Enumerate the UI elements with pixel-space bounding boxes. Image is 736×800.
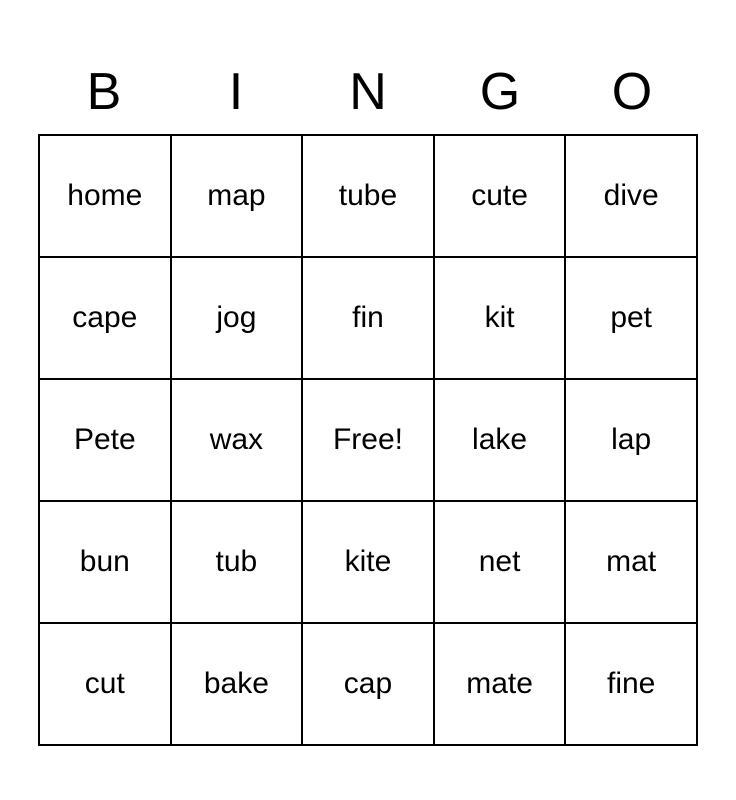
bingo-cell[interactable]: dive <box>566 136 696 256</box>
bingo-cell[interactable]: Pete <box>40 380 172 500</box>
bingo-cell[interactable]: fin <box>303 258 435 378</box>
bingo-cell[interactable]: tube <box>303 136 435 256</box>
bingo-cell[interactable]: map <box>172 136 304 256</box>
bingo-grid: homemaptubecutedivecapejogfinkitpetPetew… <box>38 134 698 746</box>
bingo-row: capejogfinkitpet <box>40 258 696 380</box>
bingo-header: BINGO <box>38 54 698 130</box>
bingo-cell[interactable]: bake <box>172 624 304 744</box>
bingo-cell[interactable]: kite <box>303 502 435 622</box>
bingo-cell[interactable]: cute <box>435 136 567 256</box>
bingo-card: BINGO homemaptubecutedivecapejogfinkitpe… <box>18 34 718 766</box>
bingo-cell[interactable]: wax <box>172 380 304 500</box>
bingo-row: homemaptubecutedive <box>40 136 696 258</box>
header-letter: I <box>170 54 302 130</box>
bingo-cell[interactable]: net <box>435 502 567 622</box>
bingo-cell[interactable]: cap <box>303 624 435 744</box>
bingo-row: buntubkitenetmat <box>40 502 696 624</box>
bingo-cell[interactable]: cape <box>40 258 172 378</box>
bingo-row: cutbakecapmatefine <box>40 624 696 744</box>
bingo-cell[interactable]: Free! <box>303 380 435 500</box>
bingo-cell[interactable]: lake <box>435 380 567 500</box>
bingo-cell[interactable]: mat <box>566 502 696 622</box>
bingo-cell[interactable]: bun <box>40 502 172 622</box>
bingo-cell[interactable]: kit <box>435 258 567 378</box>
bingo-cell[interactable]: fine <box>566 624 696 744</box>
header-letter: N <box>302 54 434 130</box>
bingo-cell[interactable]: mate <box>435 624 567 744</box>
bingo-cell[interactable]: cut <box>40 624 172 744</box>
bingo-cell[interactable]: home <box>40 136 172 256</box>
bingo-cell[interactable]: pet <box>566 258 696 378</box>
bingo-cell[interactable]: tub <box>172 502 304 622</box>
bingo-cell[interactable]: lap <box>566 380 696 500</box>
bingo-row: PetewaxFree!lakelap <box>40 380 696 502</box>
header-letter: B <box>38 54 170 130</box>
header-letter: O <box>566 54 698 130</box>
header-letter: G <box>434 54 566 130</box>
bingo-cell[interactable]: jog <box>172 258 304 378</box>
